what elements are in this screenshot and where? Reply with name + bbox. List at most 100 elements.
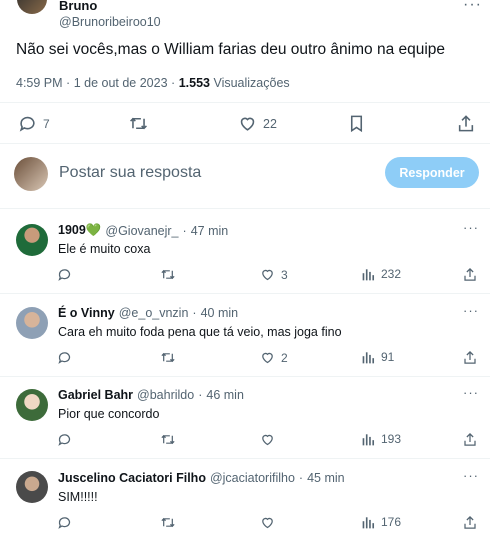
reply-icon (57, 515, 72, 530)
views-count: 1.553 (178, 76, 210, 90)
reply-action[interactable] (57, 350, 72, 365)
reply-action[interactable] (57, 267, 72, 282)
reply-avatar[interactable] (16, 224, 48, 256)
bookmark-action[interactable] (348, 114, 365, 133)
reply-author-name[interactable]: 1909💚 (58, 223, 101, 238)
reply-avatar[interactable] (16, 307, 48, 339)
reply-author-handle[interactable]: @bahrildo (137, 388, 194, 402)
divider (0, 102, 490, 103)
divider (0, 458, 490, 459)
reply-author-handle[interactable]: @jcaciatorifilho (210, 471, 295, 485)
like-action[interactable]: 2 (260, 350, 288, 365)
share-icon (457, 114, 475, 133)
divider (0, 376, 490, 377)
reply-header: Juscelino Caciatori Filho @jcaciatorifil… (58, 471, 345, 485)
reply-text: SIM!!!!! (58, 490, 98, 504)
reply-time[interactable]: 46 min (206, 388, 244, 402)
reply-author-name[interactable]: Juscelino Caciatori Filho (58, 471, 206, 485)
views-count: 176 (381, 515, 402, 529)
reply-avatar[interactable] (16, 471, 48, 503)
share-action[interactable] (463, 350, 477, 365)
tweet-meta: 4:59 PM · 1 de out de 2023 · 1.553 Visua… (16, 76, 290, 90)
my-avatar[interactable] (14, 157, 48, 191)
views-count: 91 (381, 350, 395, 364)
reply-separator: · (298, 471, 304, 485)
reply-count: 7 (43, 116, 50, 131)
share-icon (463, 350, 477, 365)
repost-action[interactable] (160, 515, 176, 530)
analytics-icon (362, 433, 375, 446)
reply-icon (57, 267, 72, 282)
heart-icon (260, 432, 275, 447)
views-action[interactable]: 232 (362, 267, 401, 281)
divider (0, 208, 490, 209)
repost-icon (128, 114, 149, 133)
reply-action[interactable]: 7 (18, 114, 50, 133)
like-action[interactable] (260, 515, 275, 530)
share-action[interactable] (457, 114, 475, 133)
share-action[interactable] (463, 432, 477, 447)
reply-time[interactable]: 40 min (201, 306, 239, 320)
views-count: 193 (381, 432, 402, 446)
like-action[interactable]: 3 (260, 267, 288, 282)
more-options-icon[interactable]: ··· (463, 468, 479, 483)
heart-icon (260, 267, 275, 282)
divider (0, 293, 490, 294)
reply-separator: · (192, 306, 197, 320)
reply-button[interactable]: Responder (385, 157, 479, 188)
author-name[interactable]: Bruno (59, 0, 97, 13)
reply-action[interactable] (57, 432, 72, 447)
repost-action[interactable] (128, 114, 149, 133)
repost-action[interactable] (160, 350, 176, 365)
reply-icon (18, 114, 37, 133)
repost-icon (160, 267, 176, 282)
share-icon (463, 515, 477, 530)
author-handle[interactable]: @Brunoribeiroo10 (59, 15, 161, 29)
reply-avatar[interactable] (16, 389, 48, 421)
repost-action[interactable] (160, 267, 176, 282)
reply-author-handle[interactable]: @e_o_vnzin (119, 306, 189, 320)
reply-input[interactable]: Postar sua resposta (59, 164, 201, 182)
tweet-text: Não sei vocês,mas o William farias deu o… (16, 41, 446, 58)
more-options-icon[interactable]: ··· (463, 0, 482, 14)
author-avatar[interactable] (17, 0, 47, 14)
views-label: Visualizações (213, 76, 290, 90)
meta-separator: · (66, 76, 71, 90)
reply-text: Cara eh muito foda pena que tá veio, mas… (58, 325, 342, 339)
tweet-time[interactable]: 4:59 PM (16, 76, 63, 90)
analytics-icon (362, 516, 375, 529)
reply-text: Ele é muito coxa (58, 242, 151, 256)
share-action[interactable] (463, 267, 477, 282)
reply-author-handle[interactable]: @Giovanejr_ (105, 224, 178, 238)
reply-time[interactable]: 47 min (191, 224, 229, 238)
reply-time[interactable]: 45 min (307, 471, 345, 485)
views-action[interactable]: 193 (362, 432, 401, 446)
reply-icon (57, 432, 72, 447)
more-options-icon[interactable]: ··· (463, 303, 479, 318)
views-action[interactable]: 91 (362, 350, 394, 364)
share-action[interactable] (463, 515, 477, 530)
reply-author-name[interactable]: É o Vinny (58, 306, 115, 320)
heart-icon (260, 515, 275, 530)
share-icon (463, 267, 477, 282)
repost-icon (160, 432, 176, 447)
reply-header: É o Vinny @e_o_vnzin · 40 min (58, 306, 238, 320)
bookmark-icon (348, 114, 365, 133)
reply-action[interactable] (57, 515, 72, 530)
more-options-icon[interactable]: ··· (463, 385, 479, 400)
reply-separator: · (198, 388, 203, 402)
like-count: 2 (281, 350, 288, 365)
analytics-icon (362, 268, 375, 281)
more-options-icon[interactable]: ··· (463, 220, 479, 235)
heart-icon (238, 114, 257, 133)
repost-icon (160, 515, 176, 530)
repost-action[interactable] (160, 432, 176, 447)
meta-separator: · (171, 76, 176, 90)
reply-separator: · (182, 223, 187, 238)
tweet-date[interactable]: 1 de out de 2023 (74, 76, 168, 90)
like-action[interactable]: 22 (238, 114, 277, 133)
reply-text: Pior que concordo (58, 407, 160, 421)
like-action[interactable] (260, 432, 275, 447)
views-action[interactable]: 176 (362, 515, 401, 529)
reply-author-name[interactable]: Gabriel Bahr (58, 388, 133, 402)
